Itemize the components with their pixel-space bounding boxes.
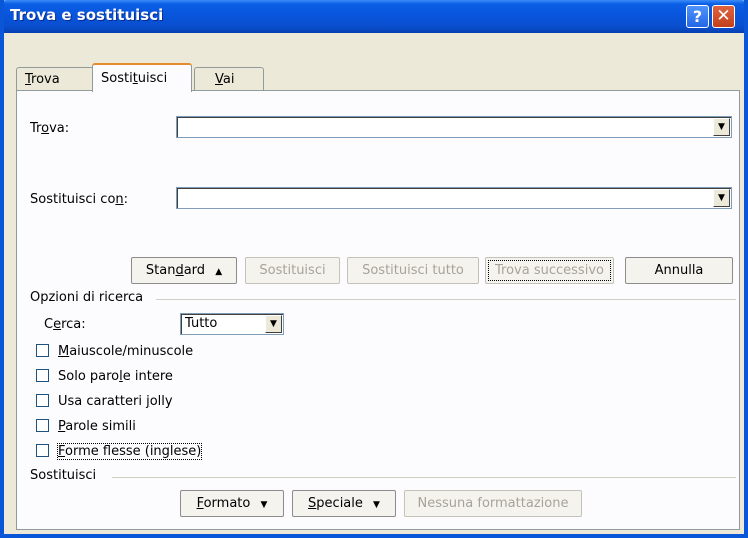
question-mark-icon: ? — [692, 7, 703, 26]
checkbox-label-focused: Forme flesse (inglese) — [56, 443, 203, 460]
replace-label-text: : — [123, 192, 129, 207]
checkbox-word-forms[interactable]: Forme flesse (inglese) — [36, 443, 203, 462]
checkbox-label: arole simili — [65, 419, 136, 434]
chevron-down-icon: ▼ — [718, 122, 725, 132]
checkbox-label: Solo paro — [58, 369, 120, 384]
replace-label-text: Sostituisci co — [30, 192, 116, 207]
checkbox-sounds-like[interactable]: Parole simili — [36, 419, 136, 437]
checkbox-label-key: M — [58, 344, 70, 359]
tab-label: rova — [31, 72, 60, 87]
checkbox-label: olly — [149, 394, 173, 409]
format-label-key: F — [196, 496, 204, 511]
standard-label: Stan — [145, 263, 176, 278]
checkbox-label: aiuscole/minuscole — [69, 344, 194, 359]
tab-trova[interactable]: Trova — [16, 67, 94, 90]
chevron-up-icon: ▲ — [215, 267, 223, 277]
checkbox-box[interactable] — [36, 419, 49, 432]
find-label-text: va: — [49, 121, 70, 136]
replace-dropdown-button[interactable]: ▼ — [713, 189, 730, 207]
tab-panel — [16, 90, 740, 530]
tab-sostituisci[interactable]: Sostituisci — [92, 63, 192, 92]
find-label: Trova: — [30, 121, 69, 136]
replace-all-button[interactable]: Sostituisci tutto — [347, 257, 479, 284]
find-label-key: o — [41, 121, 50, 136]
standard-button[interactable]: Standard ▲ — [131, 257, 237, 284]
search-direction-dropdown-button[interactable]: ▼ — [265, 315, 282, 333]
dialog-title: Trova e sostituisci — [10, 6, 164, 24]
replace-button[interactable]: Sostituisci — [245, 257, 340, 284]
tab-label: ai — [222, 72, 235, 87]
find-replace-dialog: Trova e sostituisci ? ✕ Trova Sostituisc… — [0, 0, 748, 538]
chevron-down-icon: ▼ — [373, 500, 380, 510]
find-dropdown-button[interactable]: ▼ — [713, 118, 730, 136]
special-button[interactable]: Speciale ▼ — [292, 490, 396, 517]
replace-section-divider — [112, 477, 736, 478]
tab-label: Sosti — [101, 71, 133, 86]
checkbox-box[interactable] — [36, 369, 49, 382]
standard-label: ard — [183, 263, 206, 278]
tab-vai[interactable]: Vai — [194, 67, 264, 90]
search-label-text: rca: — [61, 317, 86, 332]
title-bar[interactable]: Trova e sostituisci ? ✕ — [4, 0, 744, 33]
find-next-button[interactable]: Trova successivo — [485, 257, 614, 284]
search-direction-label: Cerca: — [44, 317, 86, 332]
replace-label-key: n — [115, 192, 124, 207]
checkbox-label-key: F — [58, 444, 66, 459]
checkbox-label: e intere — [122, 369, 173, 384]
search-direction-select[interactable]: Tutto ▼ — [180, 313, 284, 335]
replace-label: Sostituisci con: — [30, 192, 128, 207]
checkbox-box[interactable] — [36, 394, 49, 407]
chevron-down-icon: ▼ — [260, 500, 268, 510]
close-button[interactable]: ✕ — [712, 5, 735, 28]
special-label: peciale — [316, 496, 363, 511]
no-formatting-button[interactable]: Nessuna formattazione — [404, 490, 582, 517]
checkbox-label: Usa caratteri — [58, 394, 147, 409]
format-button[interactable]: Formato ▼ — [180, 490, 284, 517]
search-options-divider — [156, 299, 736, 300]
checkbox-label: orme flesse (inglese) — [65, 444, 202, 459]
close-x-icon: ✕ — [716, 6, 731, 26]
cancel-button[interactable]: Annulla — [625, 257, 733, 284]
chevron-down-icon: ▼ — [718, 193, 725, 203]
checkbox-whole-words[interactable]: Solo parole intere — [36, 369, 173, 387]
replace-section-heading: Sostituisci — [30, 468, 97, 483]
search-label-key: e — [53, 317, 62, 332]
checkbox-wildcards[interactable]: Usa caratteri jolly — [36, 394, 173, 412]
standard-label-key: d — [175, 263, 184, 278]
chevron-down-icon: ▼ — [270, 319, 277, 329]
tab-label: uisci — [137, 71, 168, 86]
checkbox-match-case[interactable]: Maiuscole/minuscole — [36, 344, 193, 362]
search-options-heading: Opzioni di ricerca — [30, 290, 144, 305]
help-button[interactable]: ? — [686, 5, 709, 28]
search-label-text: C — [44, 317, 54, 332]
format-label: ormato — [203, 496, 251, 511]
search-direction-value: Tutto — [185, 316, 218, 331]
checkbox-box[interactable] — [36, 344, 49, 357]
find-label-text: Tr — [30, 121, 42, 136]
tab-label-key: V — [215, 72, 223, 87]
replace-input[interactable]: ▼ — [176, 187, 732, 209]
checkbox-box[interactable] — [36, 444, 49, 457]
find-input[interactable]: ▼ — [176, 116, 732, 138]
